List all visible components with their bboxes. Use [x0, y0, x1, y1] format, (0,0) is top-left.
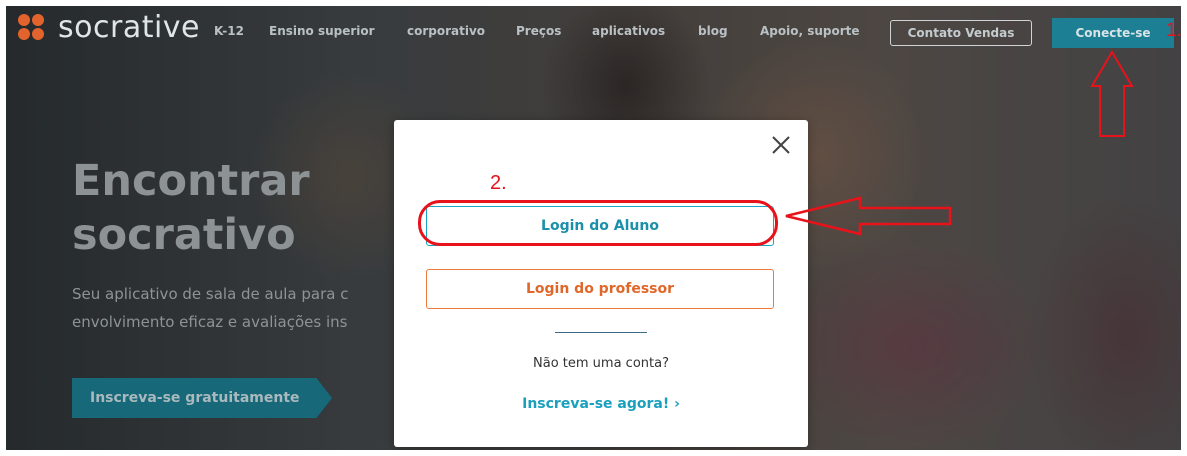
hero-subtitle-line-1: Seu aplicativo de sala de aula para c: [72, 285, 349, 303]
brand-name[interactable]: socrative: [58, 10, 200, 45]
teacher-login-button[interactable]: Login do professor: [426, 269, 774, 309]
login-modal: 2. Login do Aluno Login do professor Não…: [394, 120, 808, 447]
nav-link-precos[interactable]: Preços: [516, 24, 561, 38]
nav-link-aplicativos[interactable]: aplicativos: [592, 24, 665, 38]
nav-link-suporte[interactable]: Apoio, suporte: [760, 24, 860, 38]
modal-divider: [555, 332, 647, 333]
contact-sales-button[interactable]: Contato Vendas: [890, 20, 1032, 46]
annotation-step-2: 2.: [490, 172, 507, 194]
nav-link-corporativo[interactable]: corporativo: [407, 24, 485, 38]
student-login-button[interactable]: Login do Aluno: [426, 206, 774, 246]
close-icon[interactable]: [770, 134, 792, 156]
hero-title-line-2: socrativo: [72, 210, 296, 260]
signup-free-button[interactable]: Inscreva-se gratuitamente: [72, 378, 332, 418]
login-button[interactable]: Conecte-se: [1052, 18, 1174, 48]
page-frame: socrative K-12 Ensino superior corporati…: [6, 6, 1181, 450]
top-nav: socrative K-12 Ensino superior corporati…: [6, 6, 1181, 58]
hero-title: Encontrar socrativo: [72, 154, 310, 262]
nav-link-blog[interactable]: blog: [698, 24, 728, 38]
hero-subtitle: Seu aplicativo de sala de aula para c en…: [72, 280, 396, 336]
socrative-logo-icon[interactable]: [16, 12, 50, 46]
annotation-step-1: 1.: [1166, 20, 1181, 41]
signup-now-link[interactable]: Inscreva-se agora! ›: [394, 396, 808, 412]
hero-title-line-1: Encontrar: [72, 156, 310, 206]
nav-link-ensino-superior[interactable]: Ensino superior: [269, 24, 375, 38]
nav-link-k12[interactable]: K-12: [214, 24, 244, 38]
no-account-text: Não tem uma conta?: [533, 356, 669, 371]
hero-subtitle-line-2: envolvimento eficaz e avaliações ins: [72, 313, 348, 331]
